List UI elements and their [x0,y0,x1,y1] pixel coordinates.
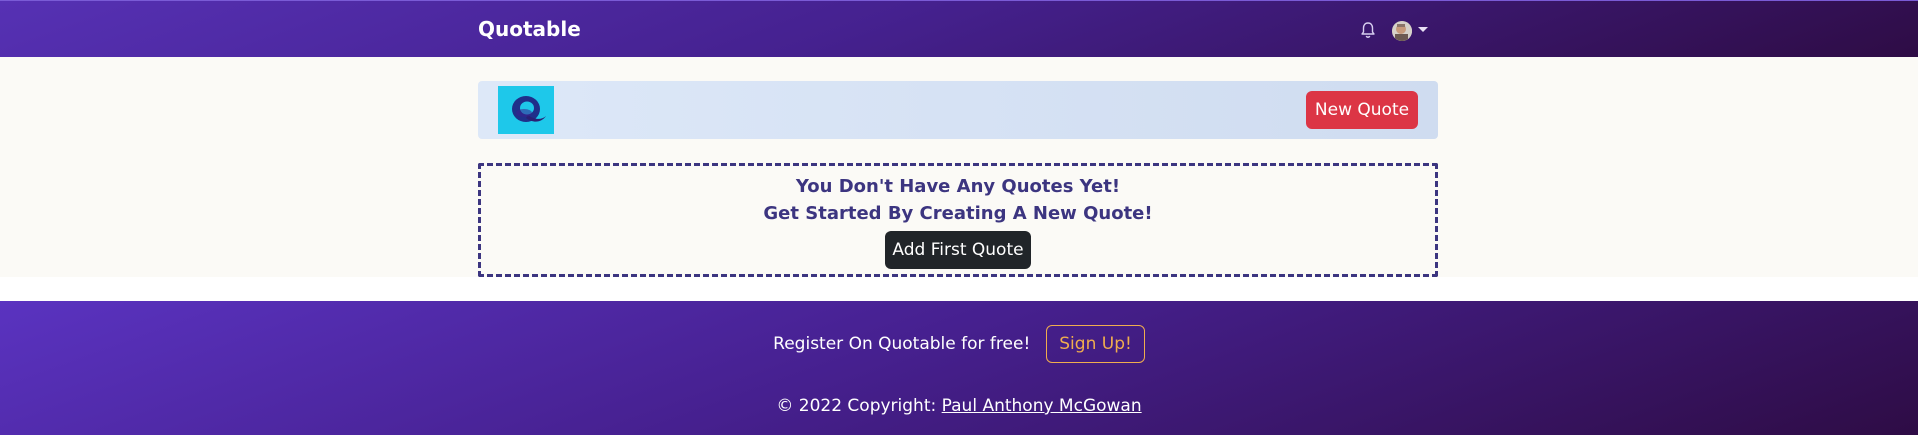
register-row: Register On Quotable for free! Sign Up! [0,325,1918,363]
register-text: Register On Quotable for free! [773,334,1031,354]
sign-up-button[interactable]: Sign Up! [1046,325,1145,363]
brand-link[interactable]: Quotable [478,17,581,41]
add-first-quote-button[interactable]: Add First Quote [885,231,1031,269]
copyright: © 2022 Copyright: Paul Anthony McGowan [0,396,1918,416]
top-navbar: Quotable [0,0,1918,57]
copyright-text: © 2022 Copyright: [776,396,942,416]
empty-state-subheading: Get Started By Creating A New Quote! [763,203,1153,224]
new-quote-button[interactable]: New Quote [1306,91,1418,129]
quotes-toolbar: New Quote [478,81,1438,139]
author-link[interactable]: Paul Anthony McGowan [942,396,1142,416]
empty-state-heading: You Don't Have Any Quotes Yet! [795,176,1121,197]
user-avatar[interactable] [1392,21,1412,41]
chevron-down-icon[interactable] [1418,27,1428,32]
main-content: New Quote You Don't Have Any Quotes Yet!… [0,57,1918,277]
empty-quotes-panel: You Don't Have Any Quotes Yet! Get Start… [478,163,1438,277]
bell-icon[interactable] [1360,21,1376,39]
quotable-logo-icon [498,86,554,134]
site-footer: Register On Quotable for free! Sign Up! … [0,301,1918,435]
